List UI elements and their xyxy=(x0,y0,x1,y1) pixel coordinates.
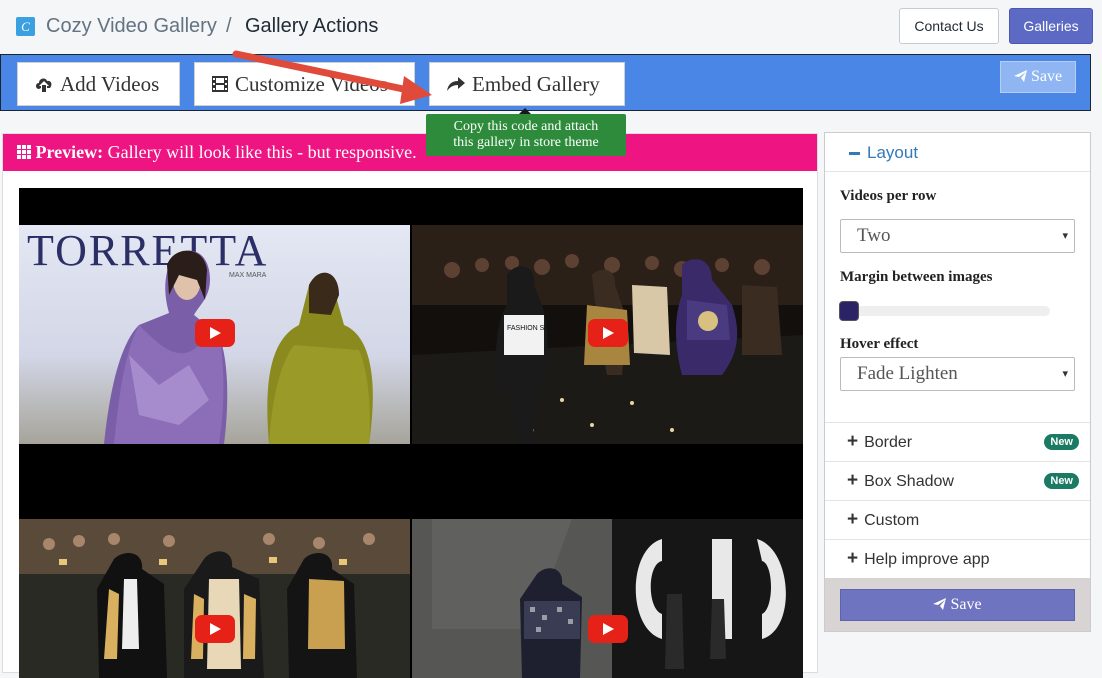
galleries-button[interactable]: Galleries xyxy=(1009,8,1093,44)
margin-slider-handle[interactable] xyxy=(839,301,859,321)
margin-label: Margin between images xyxy=(840,269,993,285)
page-title: Gallery Actions xyxy=(245,15,379,37)
border-section[interactable]: + Border New xyxy=(825,422,1090,461)
video-thumbnail[interactable]: FASHION SINNER xyxy=(412,225,803,444)
box-shadow-section[interactable]: + Box Shadow New xyxy=(825,461,1090,500)
video-thumbnail[interactable] xyxy=(19,519,410,678)
minus-icon xyxy=(849,152,860,156)
new-badge: New xyxy=(1044,473,1079,489)
chevron-down-icon: ▾ xyxy=(1062,368,1068,380)
cloud-upload-icon xyxy=(36,78,52,92)
plus-icon: + xyxy=(847,509,859,530)
embed-gallery-button[interactable]: Embed Gallery xyxy=(429,62,625,106)
video-thumbnail[interactable]: TORRETTA MAX MARA xyxy=(19,225,410,444)
video-thumbnail[interactable] xyxy=(412,519,803,678)
grid-icon xyxy=(17,145,31,159)
breadcrumb-app-name[interactable]: Cozy Video Gallery xyxy=(46,15,217,38)
top-bar: C Cozy Video Gallery / Gallery Actions C… xyxy=(0,0,1102,54)
youtube-play-icon[interactable] xyxy=(588,615,628,643)
youtube-play-icon[interactable] xyxy=(195,319,235,347)
save-button-top[interactable]: Save xyxy=(1000,61,1076,93)
film-icon xyxy=(212,76,228,92)
settings-sidebar: Layout Videos per row Two ▾ Margin betwe… xyxy=(824,132,1091,632)
contact-us-button[interactable]: Contact Us xyxy=(899,8,999,44)
runway-scene-image xyxy=(412,519,803,678)
runway-scene-image xyxy=(19,519,410,678)
plus-icon: + xyxy=(847,548,859,569)
preview-header: Preview: Gallery will look like this - b… xyxy=(3,134,817,171)
layout-title: Layout xyxy=(867,143,919,162)
videos-per-row-select[interactable]: Two ▾ xyxy=(840,219,1075,253)
hover-effect-value: Fade Lighten xyxy=(857,363,958,384)
customize-videos-button[interactable]: Customize Videos xyxy=(194,62,415,106)
preview-panel: Preview: Gallery will look like this - b… xyxy=(2,133,818,678)
add-videos-button[interactable]: Add Videos xyxy=(17,62,180,106)
layout-section: Layout Videos per row Two ▾ Margin betwe… xyxy=(825,133,1090,422)
plus-icon: + xyxy=(847,431,859,452)
hover-effect-select[interactable]: Fade Lighten ▾ xyxy=(840,357,1075,391)
video-gallery-grid: TORRETTA MAX MARA FASHION SINNER xyxy=(19,188,803,678)
action-bar: Add Videos Customize Videos Embed Galler… xyxy=(0,54,1091,111)
layout-section-header[interactable]: Layout xyxy=(825,133,1090,172)
custom-label: Custom xyxy=(864,512,920,529)
custom-section[interactable]: + Custom xyxy=(825,500,1090,539)
youtube-play-icon[interactable] xyxy=(195,615,235,643)
help-improve-label: Help improve app xyxy=(864,551,990,568)
save-button-sidebar[interactable]: Save xyxy=(840,589,1075,621)
new-badge: New xyxy=(1044,434,1079,450)
hover-effect-label: Hover effect xyxy=(840,336,919,352)
preview-text: Gallery will look like this - but respon… xyxy=(107,142,417,162)
help-improve-section[interactable]: + Help improve app xyxy=(825,539,1090,578)
border-label: Border xyxy=(864,434,913,451)
save-label-sidebar: Save xyxy=(950,596,982,613)
embed-gallery-label: Embed Gallery xyxy=(472,71,600,96)
save-label-top: Save xyxy=(1030,68,1063,85)
add-videos-label: Add Videos xyxy=(60,71,160,96)
cozy-logo-icon: C xyxy=(16,17,35,36)
share-arrow-icon xyxy=(447,77,465,91)
box-shadow-label: Box Shadow xyxy=(864,473,954,490)
paper-plane-icon xyxy=(933,598,947,610)
tooltip-line-1: Copy this code and attach xyxy=(453,119,599,134)
paper-plane-icon xyxy=(1013,70,1027,82)
embed-tooltip: Copy this code and attach this gallery i… xyxy=(426,108,626,156)
shirt-text: FASHION SINNER xyxy=(507,325,566,332)
videos-per-row-label: Videos per row xyxy=(840,188,937,204)
plus-icon: + xyxy=(847,470,859,491)
chevron-down-icon: ▾ xyxy=(1062,230,1068,242)
margin-slider-track[interactable] xyxy=(840,306,1050,316)
breadcrumb-separator: / xyxy=(226,15,232,37)
youtube-play-icon[interactable] xyxy=(588,319,628,347)
tooltip-line-2: this gallery in store theme xyxy=(453,135,599,150)
sign-subtitle-text: MAX MARA xyxy=(229,272,267,279)
preview-label: Preview: xyxy=(35,142,104,162)
sign-text: TORRETTA xyxy=(27,226,268,275)
videos-per-row-value: Two xyxy=(857,225,891,246)
customize-videos-label: Customize Videos xyxy=(235,71,388,96)
